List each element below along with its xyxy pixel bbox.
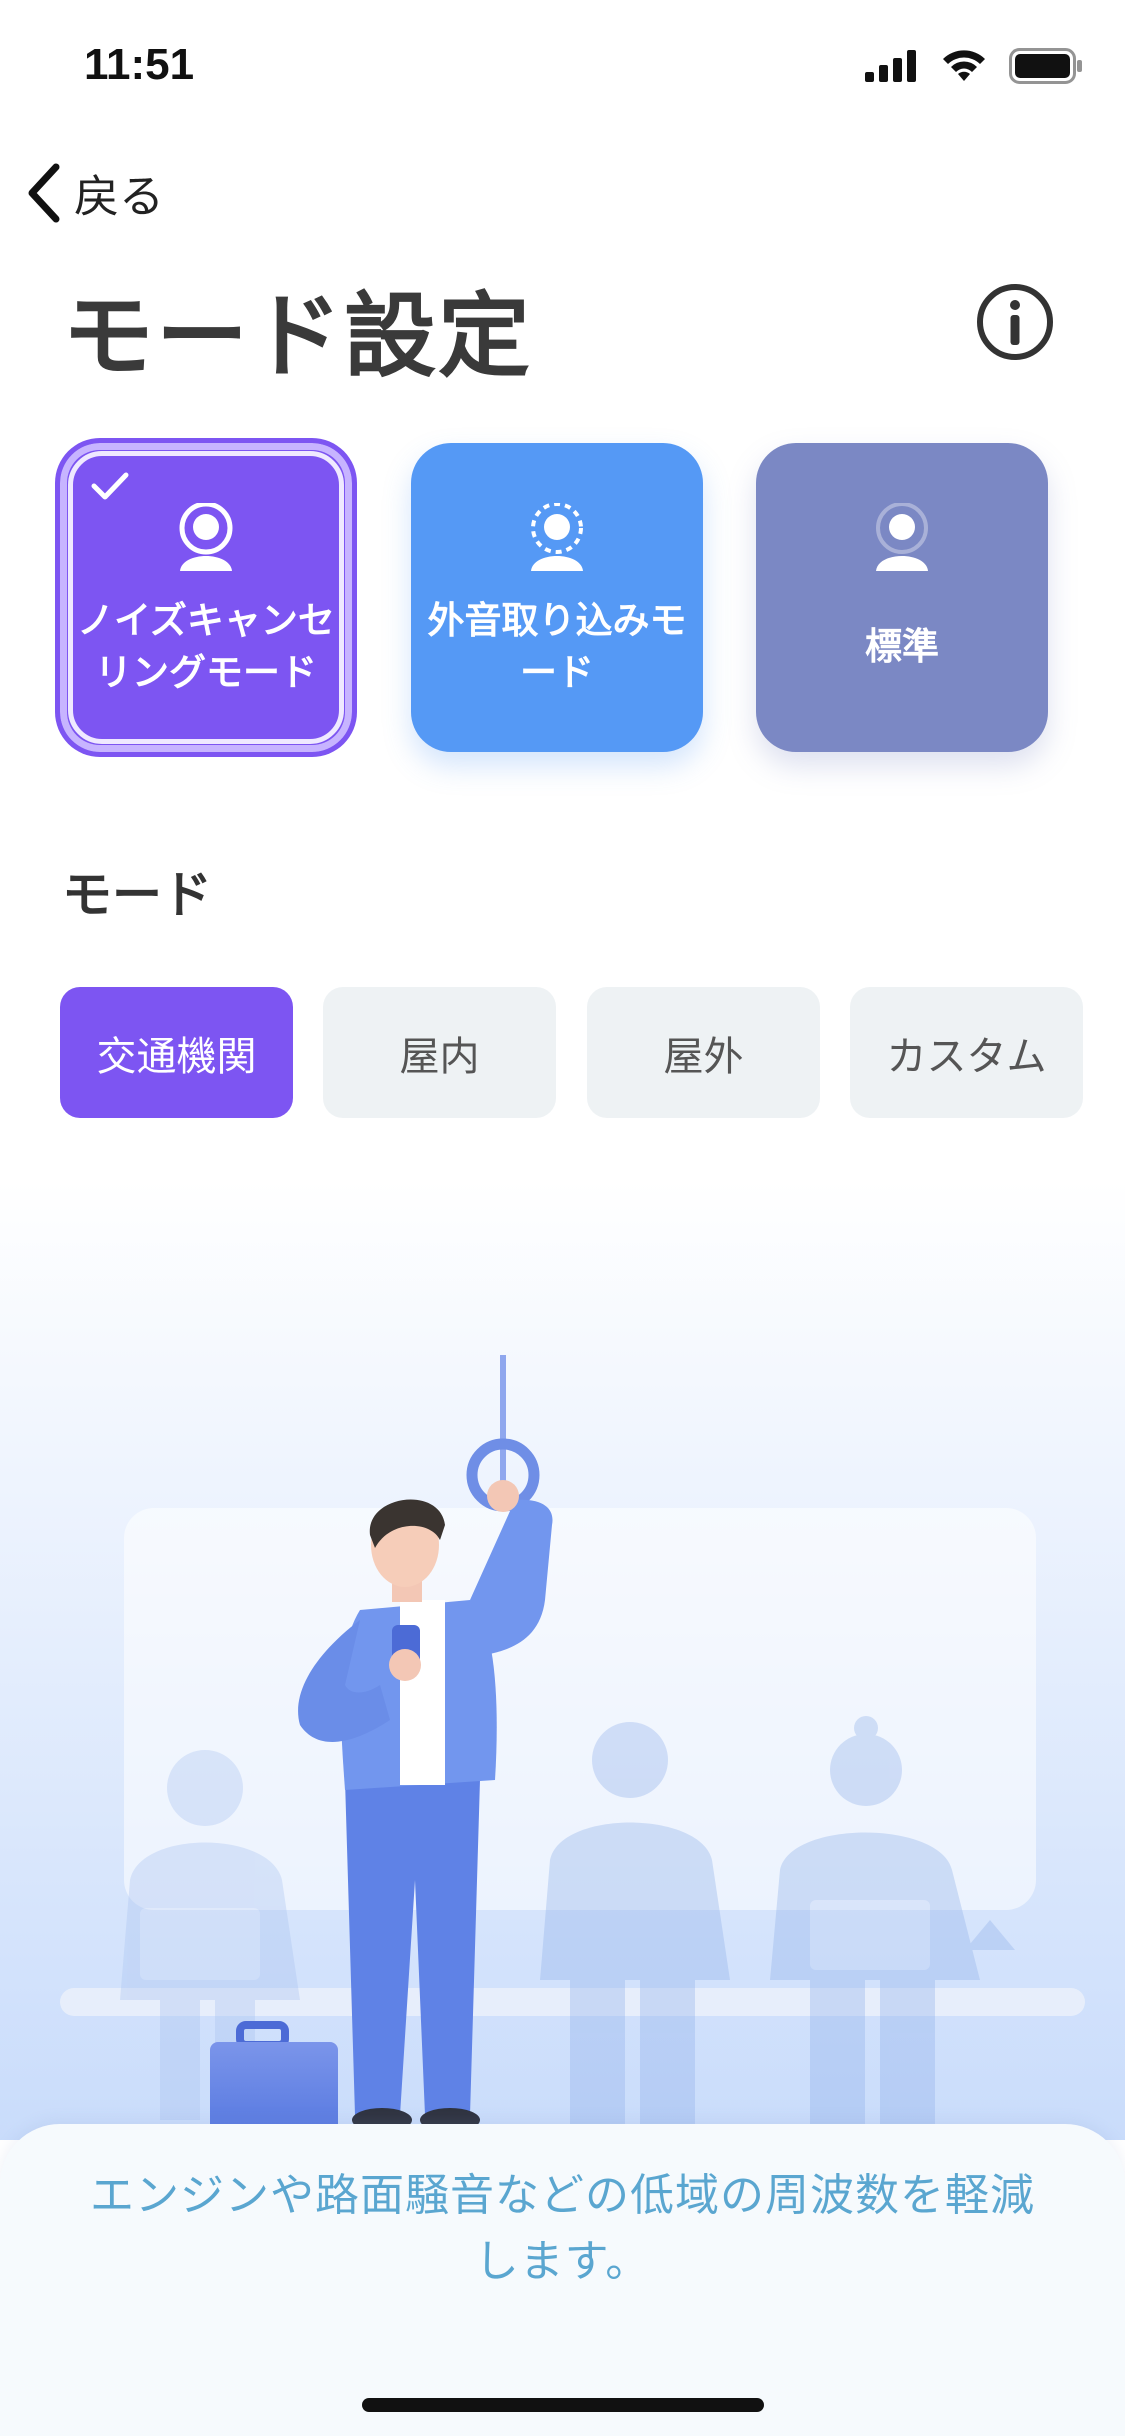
wifi-icon <box>943 50 985 81</box>
back-label: 戻る <box>74 170 165 223</box>
mode-card-noise-cancelling[interactable]: ノイズキャンセリングモード <box>56 439 356 756</box>
transit-illustration <box>0 1180 1125 2140</box>
mode-card-ambient[interactable]: 外音取り込みモード <box>411 443 703 752</box>
strap-pole <box>500 1355 506 1495</box>
person-icon <box>179 503 233 571</box>
section-label: モード <box>62 866 212 924</box>
mode-card-label: 標準 <box>865 625 939 668</box>
mode-description: エンジンや路面騒音などの低域の周波数を軽減します。 <box>90 2170 1035 2287</box>
tab-custom[interactable]: カスタム <box>850 987 1083 1118</box>
back-button[interactable]: 戻る <box>26 160 164 225</box>
person-icon <box>876 503 928 571</box>
mode-card-label: 外音取り込みモード <box>427 599 687 694</box>
tab-transit[interactable]: 交通機関 <box>60 987 293 1118</box>
home-indicator <box>362 2398 764 2412</box>
briefcase <box>210 2021 338 2140</box>
page-title: モード設定 <box>62 283 533 390</box>
chevron-left-icon <box>28 163 60 222</box>
check-icon <box>91 472 129 500</box>
mode-card-label: ノイズキャンセリングモード <box>77 599 335 694</box>
cellular-signal-icon <box>865 50 916 82</box>
status-time: 11:51 <box>84 40 195 89</box>
mode-card-standard[interactable]: 標準 <box>756 443 1048 752</box>
battery-icon <box>1009 48 1082 84</box>
tab-outdoor[interactable]: 屋外 <box>587 987 820 1118</box>
info-icon[interactable] <box>975 282 1055 366</box>
person-icon <box>531 503 583 571</box>
status-icons <box>865 48 1083 84</box>
tab-indoor[interactable]: 屋内 <box>323 987 556 1118</box>
